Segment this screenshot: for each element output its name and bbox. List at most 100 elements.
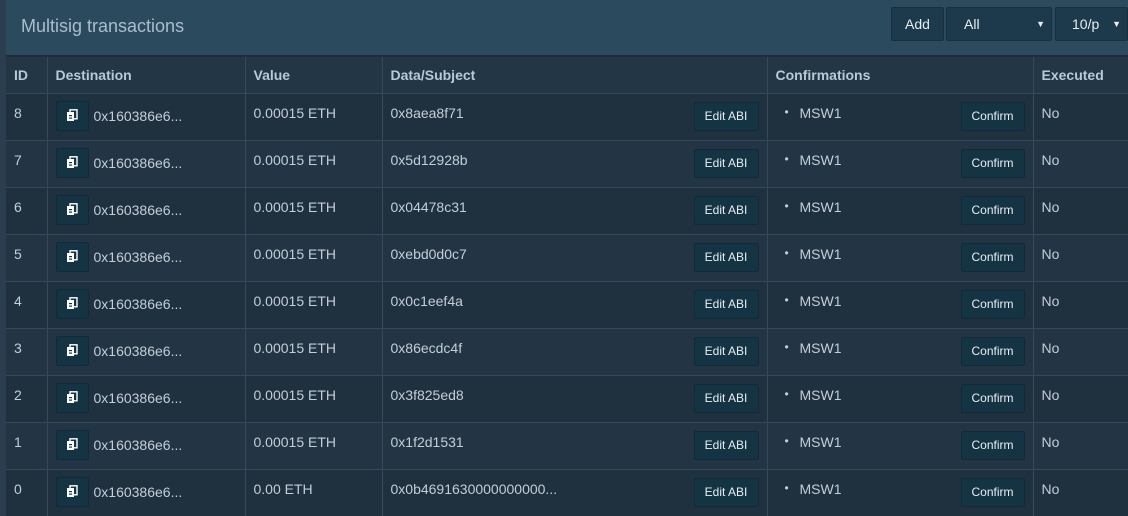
chevron-down-icon: ▼ [1112,19,1121,29]
edit-abi-button[interactable]: Edit ABI [693,430,759,460]
transaction-value: 0.00015 ETH [253,433,337,450]
chevron-down-icon: ▼ [1036,19,1045,29]
edit-abi-button[interactable]: Edit ABI [693,289,759,319]
destination-cell: 0x160386e6... [47,93,246,141]
table-row: 2 0x160386e6... 0.00015 ETH 0x3f825ed8 E… [6,375,1128,423]
table-row: 5 0x160386e6... 0.00015 ETH 0xebd0d0c7 E… [6,234,1128,282]
confirm-button[interactable]: Confirm [960,336,1025,366]
copy-icon [67,250,78,262]
copy-address-button[interactable] [55,476,89,507]
id-cell: 3 [6,328,48,376]
data-cell: 0xebd0d0c7 Edit ABI [382,234,768,282]
destination-address: 0x160386e6... [93,107,183,124]
confirm-button[interactable]: Confirm [960,242,1025,272]
executed-cell: No [1033,187,1128,235]
transaction-value: 0.00015 ETH [253,386,337,403]
destination-cell: 0x160386e6... [47,140,246,188]
confirm-button[interactable]: Confirm [960,148,1025,178]
transaction-id: 5 [14,245,22,262]
edit-abi-button[interactable]: Edit ABI [693,101,759,131]
destination-address: 0x160386e6... [93,201,183,218]
value-cell: 0.00015 ETH [245,375,383,423]
copy-address-button[interactable] [55,288,89,319]
table-header-row: ID Destination Value Data/Subject Confir… [6,57,1128,94]
confirm-button[interactable]: Confirm [960,383,1025,413]
transaction-id: 2 [14,386,22,403]
data-cell: 0x04478c31 Edit ABI [382,187,768,235]
confirmations-cell: MSW1 Confirm [767,375,1034,423]
column-header-executed[interactable]: Executed [1033,57,1128,94]
column-header-destination[interactable]: Destination [47,57,246,94]
edit-abi-button[interactable]: Edit ABI [693,383,759,413]
copy-icon [67,438,78,450]
edit-abi-button[interactable]: Edit ABI [693,477,759,507]
column-header-data[interactable]: Data/Subject [382,57,768,94]
destination-address: 0x160386e6... [93,483,183,500]
destination-address: 0x160386e6... [93,248,183,265]
edit-abi-button[interactable]: Edit ABI [693,242,759,272]
transaction-id: 3 [14,339,22,356]
data-cell: 0x0b4691630000000000... Edit ABI [382,469,768,516]
value-cell: 0.00 ETH [245,469,383,516]
panel-title: Multisig transactions [21,16,185,36]
destination-cell: 0x160386e6... [47,281,246,329]
page-size-select[interactable]: 10/p ▼ [1055,7,1128,41]
transaction-value: 0.00015 ETH [253,339,337,356]
data-cell: 0x5d12928b Edit ABI [382,140,768,188]
copy-address-button[interactable] [55,100,89,131]
copy-icon [67,297,78,309]
id-cell: 8 [6,93,48,141]
transaction-value: 0.00 ETH [253,480,313,497]
value-cell: 0.00015 ETH [245,234,383,282]
edit-abi-button[interactable]: Edit ABI [693,336,759,366]
copy-address-button[interactable] [55,335,89,366]
page-size-value: 10/p [1072,16,1100,32]
destination-cell: 0x160386e6... [47,375,246,423]
confirmations-cell: MSW1 Confirm [767,328,1034,376]
id-cell: 4 [6,281,48,329]
transaction-id: 0 [14,480,22,497]
confirm-button[interactable]: Confirm [960,195,1025,225]
table-row: 6 0x160386e6... 0.00015 ETH 0x04478c31 E… [6,187,1128,235]
copy-address-button[interactable] [55,194,89,225]
id-cell: 5 [6,234,48,282]
copy-address-button[interactable] [55,382,89,413]
executed-cell: No [1033,140,1128,188]
status-filter-value: All [964,16,980,32]
confirm-button[interactable]: Confirm [960,289,1025,319]
confirmations-cell: MSW1 Confirm [767,469,1034,516]
confirm-button[interactable]: Confirm [960,101,1025,131]
destination-address: 0x160386e6... [93,389,183,406]
destination-address: 0x160386e6... [93,154,183,171]
data-cell: 0x8aea8f71 Edit ABI [382,93,768,141]
edit-abi-button[interactable]: Edit ABI [693,195,759,225]
confirm-button[interactable]: Confirm [960,430,1025,460]
id-cell: 2 [6,375,48,423]
transaction-id: 8 [14,104,22,121]
copy-address-button[interactable] [55,147,89,178]
executed-cell: No [1033,234,1128,282]
value-cell: 0.00015 ETH [245,328,383,376]
transaction-id: 1 [14,433,22,450]
edit-abi-button[interactable]: Edit ABI [693,148,759,178]
value-cell: 0.00015 ETH [245,140,383,188]
copy-icon [67,156,78,168]
column-header-confirmations[interactable]: Confirmations [767,57,1034,94]
copy-address-button[interactable] [55,241,89,272]
confirmations-cell: MSW1 Confirm [767,93,1034,141]
executed-status: No [1041,292,1060,309]
table-row: 0 0x160386e6... 0.00 ETH 0x0b46916300000… [6,469,1128,516]
copy-address-button[interactable] [55,429,89,460]
table-row: 1 0x160386e6... 0.00015 ETH 0x1f2d1531 E… [6,422,1128,470]
transaction-id: 7 [14,151,22,168]
column-header-value[interactable]: Value [245,57,383,94]
executed-status: No [1041,480,1060,497]
confirmations-cell: MSW1 Confirm [767,140,1034,188]
status-filter-select[interactable]: All ▼ [946,7,1052,41]
add-button[interactable]: Add [891,7,944,41]
transactions-table-body: 8 0x160386e6... 0.00015 ETH 0x8aea8f71 E… [6,93,1128,516]
copy-icon [67,109,78,121]
column-header-id[interactable]: ID [6,57,48,94]
executed-status: No [1041,245,1060,262]
confirm-button[interactable]: Confirm [960,477,1025,507]
